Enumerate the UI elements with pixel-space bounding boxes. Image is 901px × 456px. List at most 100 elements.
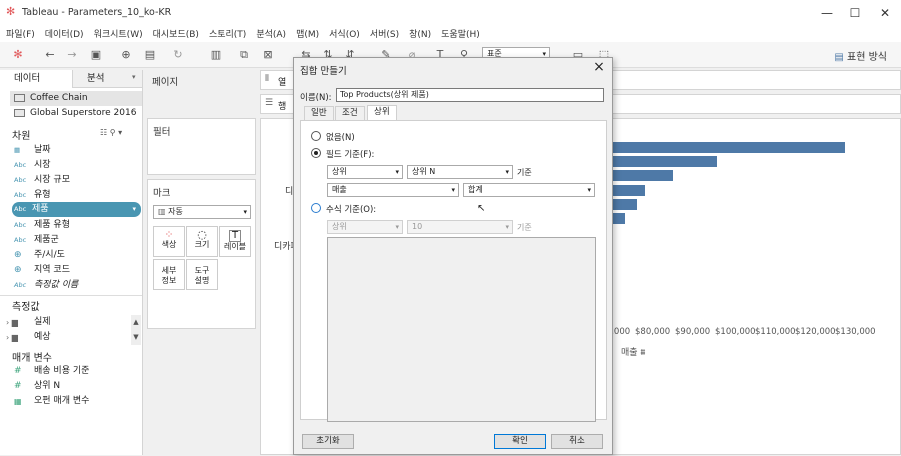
menu-story[interactable]: 스토리(T) [203,26,250,40]
maximize-button[interactable]: ☐ [846,4,864,22]
close-icon[interactable]: × [592,59,606,75]
by-field-radio[interactable] [311,148,321,158]
field-state[interactable]: ⊕ 주/시/도 [14,248,141,263]
size-button[interactable]: ◌ 크기 [186,226,218,257]
folder-icon: › ▆ [6,333,18,342]
menu-worksheet[interactable]: 워크시트(W) [88,26,147,40]
measures-header: 측정값 [12,302,40,313]
dimensions-header: 차원 [12,131,31,142]
param-shipping-cost[interactable]: # 배송 비용 기준 [14,364,141,379]
close-window-button[interactable]: ✕ [876,4,894,22]
bar[interactable] [606,170,673,182]
filters-header: 필터 [153,127,171,138]
menu-dashboard[interactable]: 대시보드(B) [147,26,203,40]
tab-condition[interactable]: 조건 [335,106,365,120]
back-icon[interactable]: ← [42,47,58,63]
tooltip-button[interactable]: 도구 설명 [186,259,218,290]
by-field-label: 필드 기준(F): [326,150,375,160]
mark-type-dropdown[interactable]: ▥ 자동 ▾ [153,205,251,219]
chevron-down-icon[interactable]: ▾ [132,202,136,217]
mouse-cursor-icon: ↖ [477,203,486,214]
menu-data[interactable]: 데이터(D) [39,26,88,40]
color-button[interactable]: ⁘ 색상 [153,226,185,257]
text-icon: T [229,230,241,242]
database-icon [14,109,25,117]
field-product[interactable]: Abc 제품 ▾ [12,202,141,217]
create-set-dialog: 집합 만들기 × 이름(N): Top Products(상위 제품) 일반 조… [293,57,613,455]
x-tick-label: $90,000 [675,327,711,337]
rows-label: 행 [278,102,287,112]
refresh-icon[interactable]: ↻ [170,47,186,63]
tab-menu-icon[interactable]: ▾ [132,73,136,81]
dimensions-toolbar-icons[interactable]: ☷ ⚲ ▾ [100,128,122,137]
by-formula-radio[interactable] [311,203,321,213]
field-measure-names[interactable]: Abc 측정값 이름 [14,278,141,293]
tab-general[interactable]: 일반 [304,106,334,120]
datasource-coffee-chain[interactable]: Coffee Chain [10,91,142,106]
field-product-type[interactable]: Abc 제품 유형 [14,218,141,233]
x-axis-title[interactable]: 매출 ⩩ [621,345,645,358]
measures-scrollbar[interactable]: ▲ ▼ [131,315,141,345]
datasource-icon[interactable]: ▤ [142,47,158,63]
menu-file[interactable]: 파일(F) [0,26,39,40]
columns-label: 열 [278,78,287,88]
bar[interactable] [606,156,717,168]
pages-card[interactable]: 페이지 [147,70,256,114]
menu-window[interactable]: 창(N) [403,26,435,40]
show-me-button[interactable]: ▤ 표현 방식 [834,48,887,63]
bar[interactable] [606,142,845,153]
sort-icon[interactable]: ⩩ [640,348,645,358]
formula-editor[interactable] [327,237,596,422]
new-worksheet-icon[interactable]: ▥ [208,47,224,63]
field-date[interactable]: ▦ 날짜 [14,143,141,158]
detail-button[interactable]: 세부 정보 [153,259,185,290]
menu-format[interactable]: 서식(O) [323,26,364,40]
size-icon: ◌ [197,228,207,241]
tableau-logo-icon: ✻ [6,5,16,18]
field-type[interactable]: Abc 유형 [14,188,141,203]
ok-button[interactable]: 확인 [494,434,546,449]
tab-top[interactable]: 상위 [367,105,397,120]
filters-card[interactable]: 필터 [147,118,256,175]
save-icon[interactable]: ▣ [88,47,104,63]
by-formula-label: 수식 기준(O): [326,205,377,215]
none-radio[interactable] [311,131,321,141]
top-bottom-dropdown[interactable]: 상위 ▾ [327,165,403,179]
data-pane: 데이터 분석 ▾ Coffee Chain Global Superstore … [0,70,143,455]
forward-icon[interactable]: → [64,47,80,63]
name-input[interactable]: Top Products(상위 제품) [336,88,604,102]
menu-help[interactable]: 도움말(H) [435,26,484,40]
param-top-n[interactable]: # 상위 N [14,379,141,394]
chevron-down-icon: ▾ [505,168,509,176]
formula-top-dropdown[interactable]: 상위 ▾ [327,220,403,234]
menu-server[interactable]: 서버(S) [364,26,403,40]
formula-n-dropdown[interactable]: 10 ▾ [407,220,513,234]
x-tick-label: $80,000 [635,327,671,337]
menu-map[interactable]: 맵(M) [290,26,323,40]
duplicate-icon[interactable]: ⧉ [236,47,252,63]
folder-actual[interactable]: › ▆ 실제 [6,315,133,330]
window-title: Tableau - Parameters_10_ko-KR [22,7,172,18]
tableau-home-icon[interactable]: ✻ [10,47,26,63]
cancel-button[interactable]: 취소 [551,434,603,449]
aggregation-dropdown[interactable]: 합계 ▾ [463,183,595,197]
show-me-icon: ▤ [834,52,848,63]
formula-by-label: 기준 [517,223,532,232]
field-market[interactable]: Abc 시장 [14,158,141,173]
param-open[interactable]: ▦ 오펀 매개 변수 [14,394,141,409]
tab-data[interactable]: 데이터 [0,70,70,88]
clear-icon[interactable]: ⊠ [260,47,276,63]
menu-analysis[interactable]: 분석(A) [250,26,290,40]
field-dropdown[interactable]: 매출 ▾ [327,183,459,197]
field-product-line[interactable]: Abc 제품군 [14,233,141,248]
label-button[interactable]: T 레이블 [219,226,251,257]
field-area-code[interactable]: ⊕ 지역 코드 [14,263,141,278]
field-market-size[interactable]: Abc 시장 규모 [14,173,141,188]
top-n-dropdown[interactable]: 상위 N ▾ [407,165,513,179]
chevron-down-icon: ▾ [505,223,509,231]
new-datasource-icon[interactable]: ⊕ [118,47,134,63]
datasource-global-superstore[interactable]: Global Superstore 2016 [10,106,142,121]
folder-forecast[interactable]: › ▆ 예상 [6,330,133,345]
reset-button[interactable]: 초기화 [302,434,354,449]
minimize-button[interactable]: — [818,4,836,22]
